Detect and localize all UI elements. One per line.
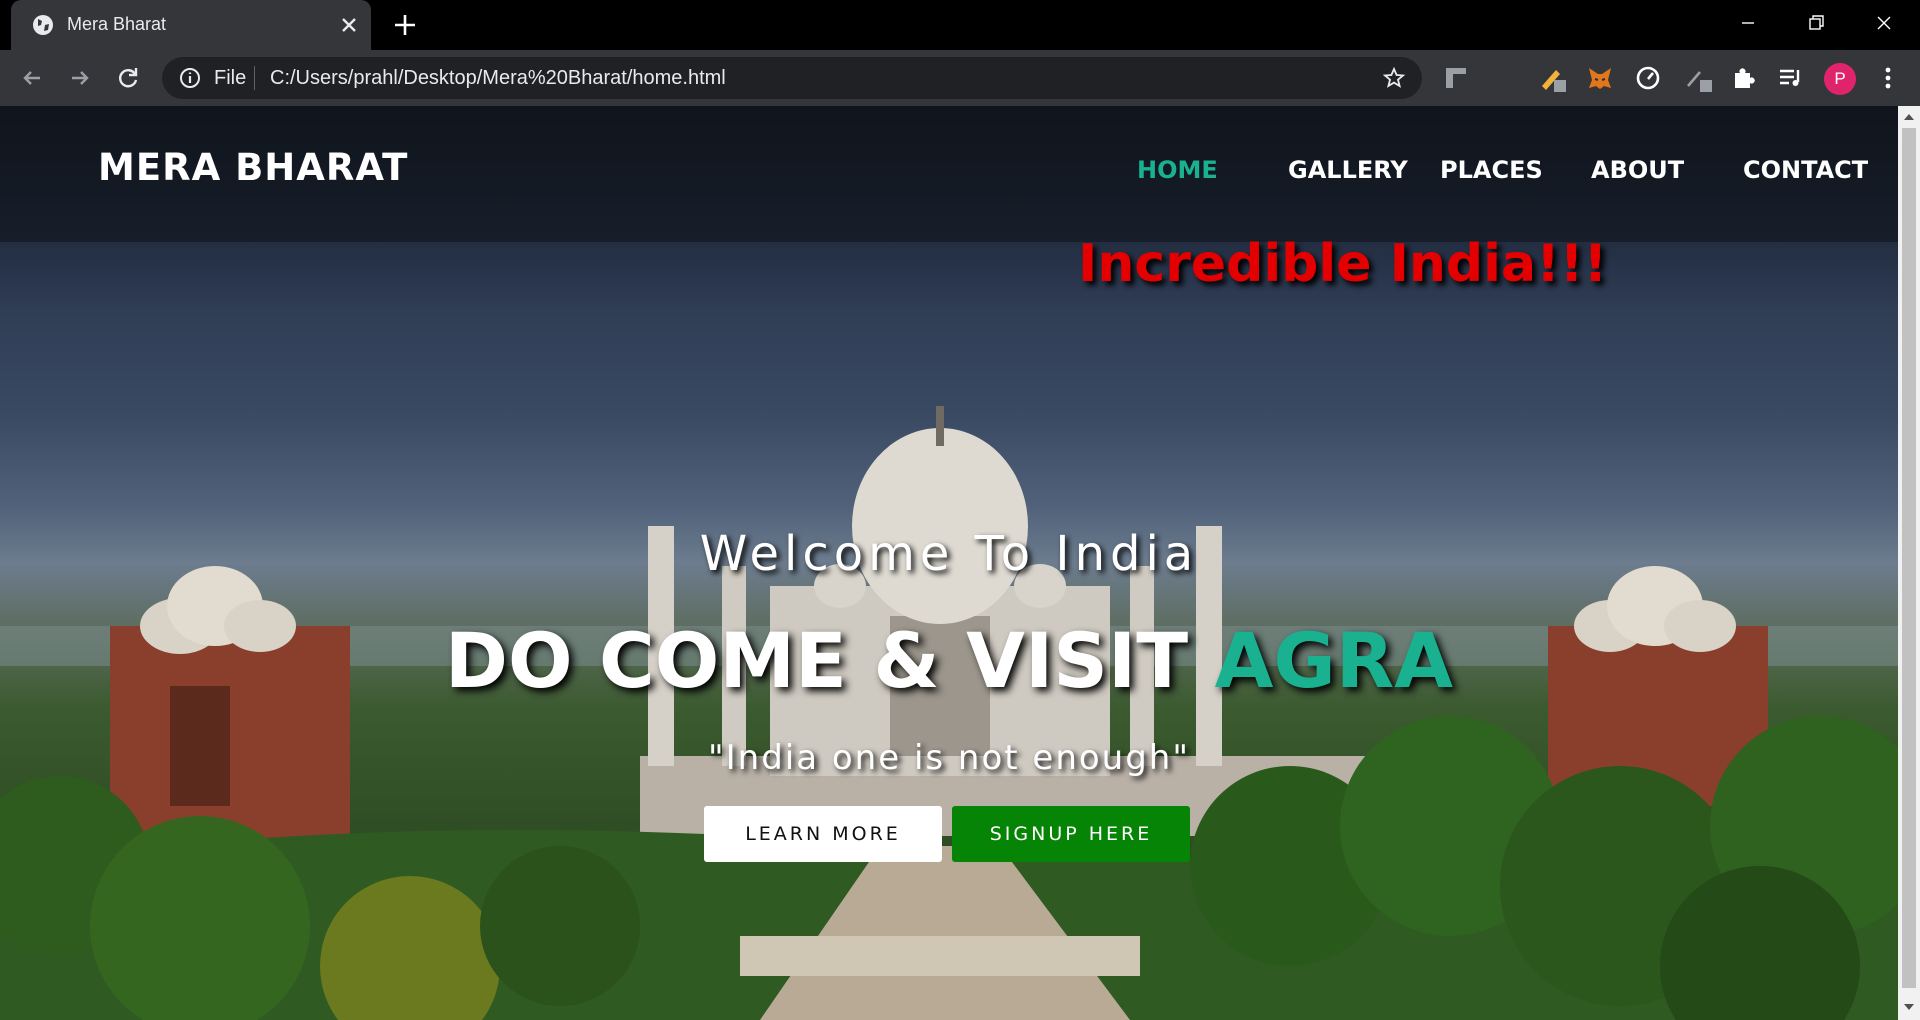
url-scheme: File bbox=[214, 67, 247, 89]
tagline: Incredible India!!! bbox=[1078, 234, 1608, 294]
nav-places[interactable]: PLACES bbox=[1440, 156, 1543, 184]
site-header: MERA BHARAT HOME GALLERY PLACES ABOUT CO… bbox=[0, 106, 1898, 242]
signup-button[interactable]: SIGNUP HERE bbox=[952, 806, 1190, 862]
close-tab-icon[interactable] bbox=[337, 13, 361, 37]
welcome-heading: Welcome To India bbox=[699, 526, 1199, 582]
browser-toolbar: File C:/Users/prahl/Desktop/Mera%20Bhara… bbox=[0, 50, 1920, 106]
dropper-extension-icon[interactable] bbox=[1684, 64, 1712, 92]
url-separator bbox=[254, 66, 255, 90]
headline-main: DO COME & VISIT bbox=[444, 616, 1215, 705]
hero-quote: "India one is not enough" bbox=[707, 738, 1190, 778]
page-viewport: MERA BHARAT HOME GALLERY PLACES ABOUT CO… bbox=[0, 106, 1898, 1020]
puzzle-extensions-icon[interactable] bbox=[1730, 64, 1758, 92]
pen-extension-icon[interactable] bbox=[1538, 64, 1566, 92]
learn-more-button[interactable]: LEARN MORE bbox=[704, 806, 942, 862]
page-scrollbar[interactable] bbox=[1898, 106, 1920, 1020]
scrollbar-thumb[interactable] bbox=[1902, 128, 1916, 988]
scroll-down-arrow-icon[interactable] bbox=[1898, 998, 1920, 1016]
back-arrow-icon[interactable] bbox=[18, 64, 46, 92]
hero-headline: DO COME & VISIT AGRA bbox=[0, 616, 1898, 705]
site-logo[interactable]: MERA BHARAT bbox=[98, 146, 408, 189]
globe-icon bbox=[33, 15, 53, 35]
profile-avatar[interactable]: P bbox=[1824, 63, 1856, 95]
address-bar[interactable]: File C:/Users/prahl/Desktop/Mera%20Bhara… bbox=[162, 57, 1422, 99]
media-queue-icon[interactable] bbox=[1776, 64, 1804, 92]
nav-home[interactable]: HOME bbox=[1137, 156, 1218, 184]
close-window-icon[interactable] bbox=[1864, 8, 1904, 38]
speedometer-icon[interactable] bbox=[1634, 64, 1662, 92]
restore-icon[interactable] bbox=[1796, 8, 1836, 38]
forward-arrow-icon[interactable] bbox=[66, 64, 94, 92]
scroll-up-arrow-icon[interactable] bbox=[1898, 108, 1920, 126]
info-icon[interactable] bbox=[178, 66, 202, 90]
new-tab-icon[interactable] bbox=[392, 12, 418, 38]
tab-title: Mera Bharat bbox=[67, 14, 167, 34]
headline-accent: AGRA bbox=[1214, 616, 1454, 705]
flag-extension-icon[interactable] bbox=[1442, 64, 1470, 92]
browser-tab[interactable]: Mera Bharat bbox=[11, 0, 371, 50]
tab-bar: Mera Bharat bbox=[0, 0, 1920, 50]
nav-about[interactable]: ABOUT bbox=[1591, 156, 1684, 184]
nav-contact[interactable]: CONTACT bbox=[1743, 156, 1868, 184]
minimize-icon[interactable] bbox=[1728, 8, 1768, 38]
reload-icon[interactable] bbox=[114, 64, 142, 92]
nav-gallery[interactable]: GALLERY bbox=[1288, 156, 1408, 184]
url-text[interactable]: C:/Users/prahl/Desktop/Mera%20Bharat/hom… bbox=[270, 67, 726, 90]
bookmark-star-icon[interactable] bbox=[1382, 66, 1406, 90]
metamask-fox-icon[interactable] bbox=[1586, 64, 1614, 92]
kebab-menu-icon[interactable] bbox=[1878, 64, 1898, 92]
